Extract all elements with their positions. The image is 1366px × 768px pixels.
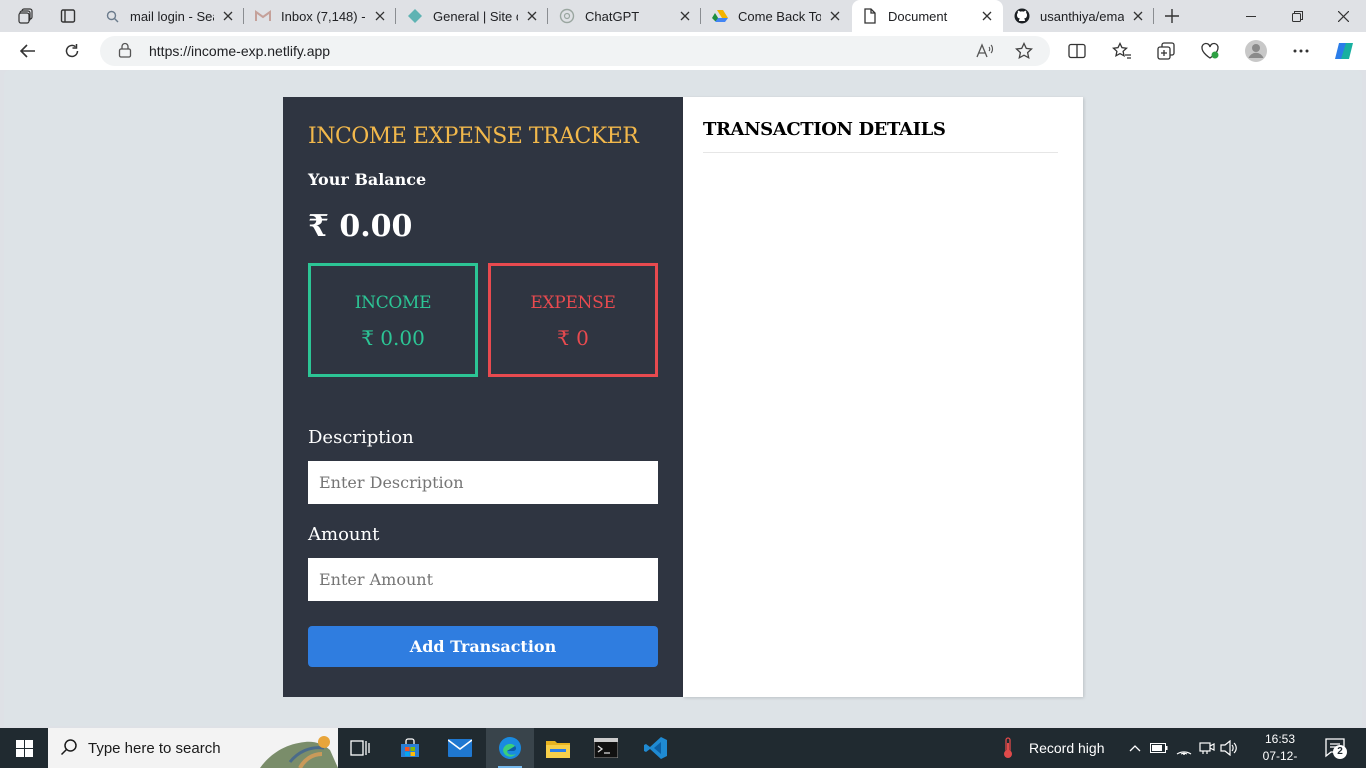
close-icon[interactable] [372,8,388,24]
amount-input[interactable] [308,558,658,601]
description-input[interactable] [308,461,658,504]
system-clock[interactable]: 16:53 07-12-2023 [1250,731,1310,768]
income-value: ₹ 0.00 [361,326,425,350]
chevron-up-icon[interactable] [1125,738,1145,758]
balance-label: Your Balance [308,170,427,189]
collections-icon[interactable] [1150,36,1182,66]
close-icon[interactable] [979,8,995,24]
vscode-icon[interactable] [632,728,680,768]
tab-general[interactable]: General | Site co [397,0,548,32]
tab-separator [395,8,396,24]
close-icon[interactable] [827,8,843,24]
tab-come-back[interactable]: Come Back To Pi [702,0,851,32]
favorites-icon[interactable] [1106,36,1138,66]
tab-inbox[interactable]: Inbox (7,148) - s [245,0,396,32]
tab-title: General | Site co [433,8,518,24]
app-title: INCOME EXPENSE TRACKER [308,124,639,149]
github-icon [1014,8,1030,24]
transaction-details-title: TRANSACTION DETAILS [703,119,946,140]
webcam-icon[interactable] [1197,738,1217,758]
tab-title: usanthiya/email [1040,8,1124,24]
transaction-details-panel [683,97,1083,697]
notification-count-badge: 2 [1333,745,1347,759]
search-icon [104,8,120,24]
profile-avatar[interactable] [1240,36,1272,66]
tab-chatgpt[interactable]: ChatGPT [549,0,701,32]
expense-card: EXPENSE ₹ 0 [488,263,658,377]
diamond-icon [407,8,423,24]
lock-icon[interactable] [118,42,134,60]
copilot-icon[interactable] [1328,36,1360,66]
volume-icon[interactable] [1219,738,1239,758]
expense-label: EXPENSE [530,293,616,313]
expense-value: ₹ 0 [557,326,589,350]
new-tab-icon[interactable] [1158,4,1186,28]
browser-tabstrip: mail login - Sear Inbox (7,148) - s Gene… [0,0,1366,32]
close-icon[interactable] [524,8,540,24]
windows-start-icon[interactable] [0,728,48,768]
divider [703,152,1058,153]
close-icon[interactable] [677,8,693,24]
edge-browser-icon[interactable] [486,728,534,768]
weather-status[interactable]: Record high [1029,740,1105,756]
browser-essentials-icon[interactable] [1194,36,1226,66]
tab-title: mail login - Sear [130,8,214,24]
tab-mail-login[interactable]: mail login - Sear [94,0,244,32]
tab-title: Come Back To Pi [738,8,821,24]
add-transaction-button[interactable]: Add Transaction [308,626,658,667]
refresh-icon[interactable] [56,36,88,66]
file-explorer-icon[interactable] [534,728,582,768]
close-icon[interactable] [1130,8,1146,24]
task-view-icon[interactable] [336,728,384,768]
search-icon [60,738,78,761]
clock-date: 07-12-2023 [1262,749,1298,768]
close-window-icon[interactable] [1320,0,1366,32]
tab-separator [547,8,548,24]
tab-actions-icon[interactable] [54,4,82,28]
windows-taskbar: Type here to search Record high 16:53 07… [0,728,1366,768]
back-icon[interactable] [12,36,44,66]
mail-icon[interactable] [436,728,484,768]
chatgpt-icon [559,8,575,24]
taskbar-search-placeholder: Type here to search [88,740,221,757]
gmail-icon [255,8,271,24]
thermometer-icon[interactable] [998,737,1018,758]
restore-icon[interactable] [1274,0,1320,32]
more-options-icon[interactable] [1285,36,1317,66]
search-highlight-icon [260,732,338,768]
browser-toolbar: https://income-exp.netlify.app [0,32,1366,70]
document-icon [862,8,878,24]
tab-separator [700,8,701,24]
tab-separator [1153,8,1154,24]
close-icon[interactable] [220,8,236,24]
drive-icon [712,8,728,24]
favorite-star-icon[interactable] [1014,41,1034,61]
tab-github[interactable]: usanthiya/email [1004,0,1154,32]
tab-title: ChatGPT [585,8,640,24]
battery-icon[interactable] [1149,738,1169,758]
tab-document[interactable]: Document [852,0,1003,32]
tab-title: Inbox (7,148) - s [281,8,366,24]
amount-label: Amount [308,524,380,545]
description-label: Description [308,427,414,448]
balance-value: ₹ 0.00 [308,209,413,244]
tab-separator [243,8,244,24]
url-text[interactable]: https://income-exp.netlify.app [149,43,330,59]
clock-time: 16:53 [1264,732,1296,746]
taskbar-search[interactable]: Type here to search [48,728,338,768]
read-aloud-icon[interactable] [975,41,995,61]
wifi-icon[interactable] [1174,738,1194,758]
tab-title: Document [888,8,948,24]
workspaces-icon[interactable] [12,4,40,28]
split-screen-icon[interactable] [1061,36,1093,66]
microsoft-store-icon[interactable] [386,728,434,768]
minimize-icon[interactable] [1228,0,1274,32]
address-bar[interactable]: https://income-exp.netlify.app [100,36,1050,66]
income-card: INCOME ₹ 0.00 [308,263,478,377]
income-label: INCOME [354,293,432,313]
terminal-icon[interactable] [582,728,630,768]
